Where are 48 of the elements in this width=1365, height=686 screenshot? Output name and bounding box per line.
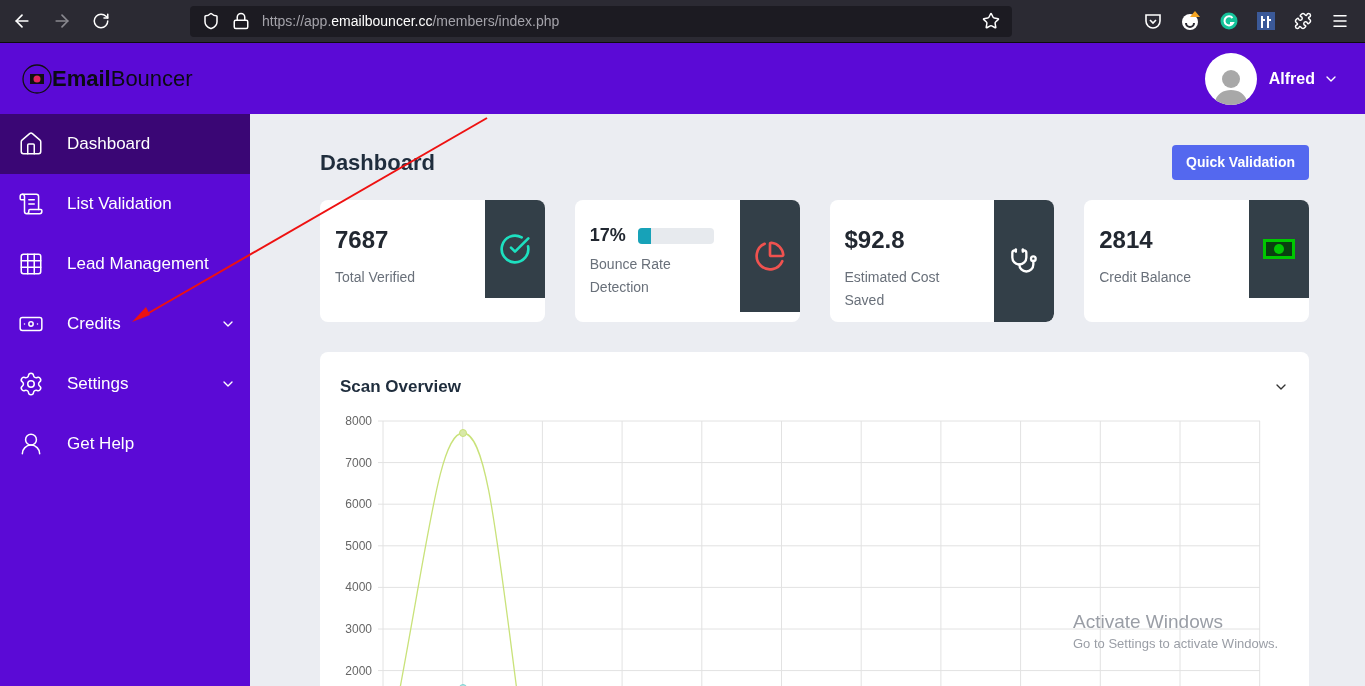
y-axis-label: 2000 <box>345 663 372 678</box>
stat-label: Total Verified <box>335 268 417 287</box>
stat-value: 17% <box>589 224 626 247</box>
sidebar-item[interactable]: Dashboard <box>0 114 250 174</box>
sidebar-item[interactable]: Credits <box>0 294 250 354</box>
scroll-icon <box>18 191 44 217</box>
y-axis-label: 4000 <box>345 579 372 594</box>
y-axis-label: 3000 <box>345 621 372 636</box>
y-axis-label: 7000 <box>345 455 372 470</box>
grid-icon <box>18 251 44 277</box>
menu-icon[interactable] <box>1331 12 1349 30</box>
pocket-icon[interactable] <box>1144 12 1162 30</box>
url-text: https://app.emailbouncer.cc/members/index.php <box>262 11 560 31</box>
y-axis-label: 6000 <box>345 496 372 511</box>
shield-icon <box>202 12 220 30</box>
banknote-icon <box>1263 239 1295 259</box>
stat-value: 2814 <box>1099 225 1153 255</box>
activation-title: Activate Windows <box>1073 610 1224 634</box>
chart-title: Scan Overview <box>340 376 461 398</box>
stat-label: Bounce Rate Detection <box>589 255 672 297</box>
house-icon <box>18 131 44 157</box>
activation-text: Go to Settings to activate Windows. <box>1073 635 1279 653</box>
stat-value: $92.8 <box>844 225 905 255</box>
sidebar-item[interactable]: Get Help <box>0 414 250 474</box>
address-bar[interactable]: https://app.emailbouncer.cc/members/index.php <box>190 5 1012 37</box>
lock-icon <box>232 12 250 30</box>
extension-icon[interactable] <box>1181 11 1201 31</box>
sidebar-item[interactable]: List Validation <box>0 174 250 234</box>
pie-chart-icon <box>753 240 786 272</box>
bookmark-star-icon[interactable] <box>982 12 1000 30</box>
logo-text: EmailBouncer <box>52 67 193 90</box>
reload-button[interactable] <box>92 12 110 30</box>
grammarly-icon[interactable] <box>1220 12 1238 30</box>
stat-value: 7687 <box>335 225 389 255</box>
logo-icon <box>22 63 52 94</box>
y-axis-label: 8000 <box>345 413 372 428</box>
extension-icon[interactable] <box>1257 12 1275 30</box>
sidebar-item[interactable]: Lead Management <box>0 234 250 294</box>
y-axis-label: 5000 <box>345 538 372 553</box>
quick-validation-button[interactable]: Quick Validation <box>1172 145 1309 180</box>
user-menu[interactable]: Alfred <box>1268 66 1339 91</box>
stat-label: Estimated Cost Saved <box>844 268 941 310</box>
stat-label: Credit Balance <box>1099 268 1193 287</box>
sidebar-item[interactable]: Settings <box>0 354 250 414</box>
check-circle-icon <box>498 233 531 265</box>
extensions-icon[interactable] <box>1294 12 1312 30</box>
stethoscope-icon <box>1010 247 1039 275</box>
settings-icon <box>18 371 44 397</box>
